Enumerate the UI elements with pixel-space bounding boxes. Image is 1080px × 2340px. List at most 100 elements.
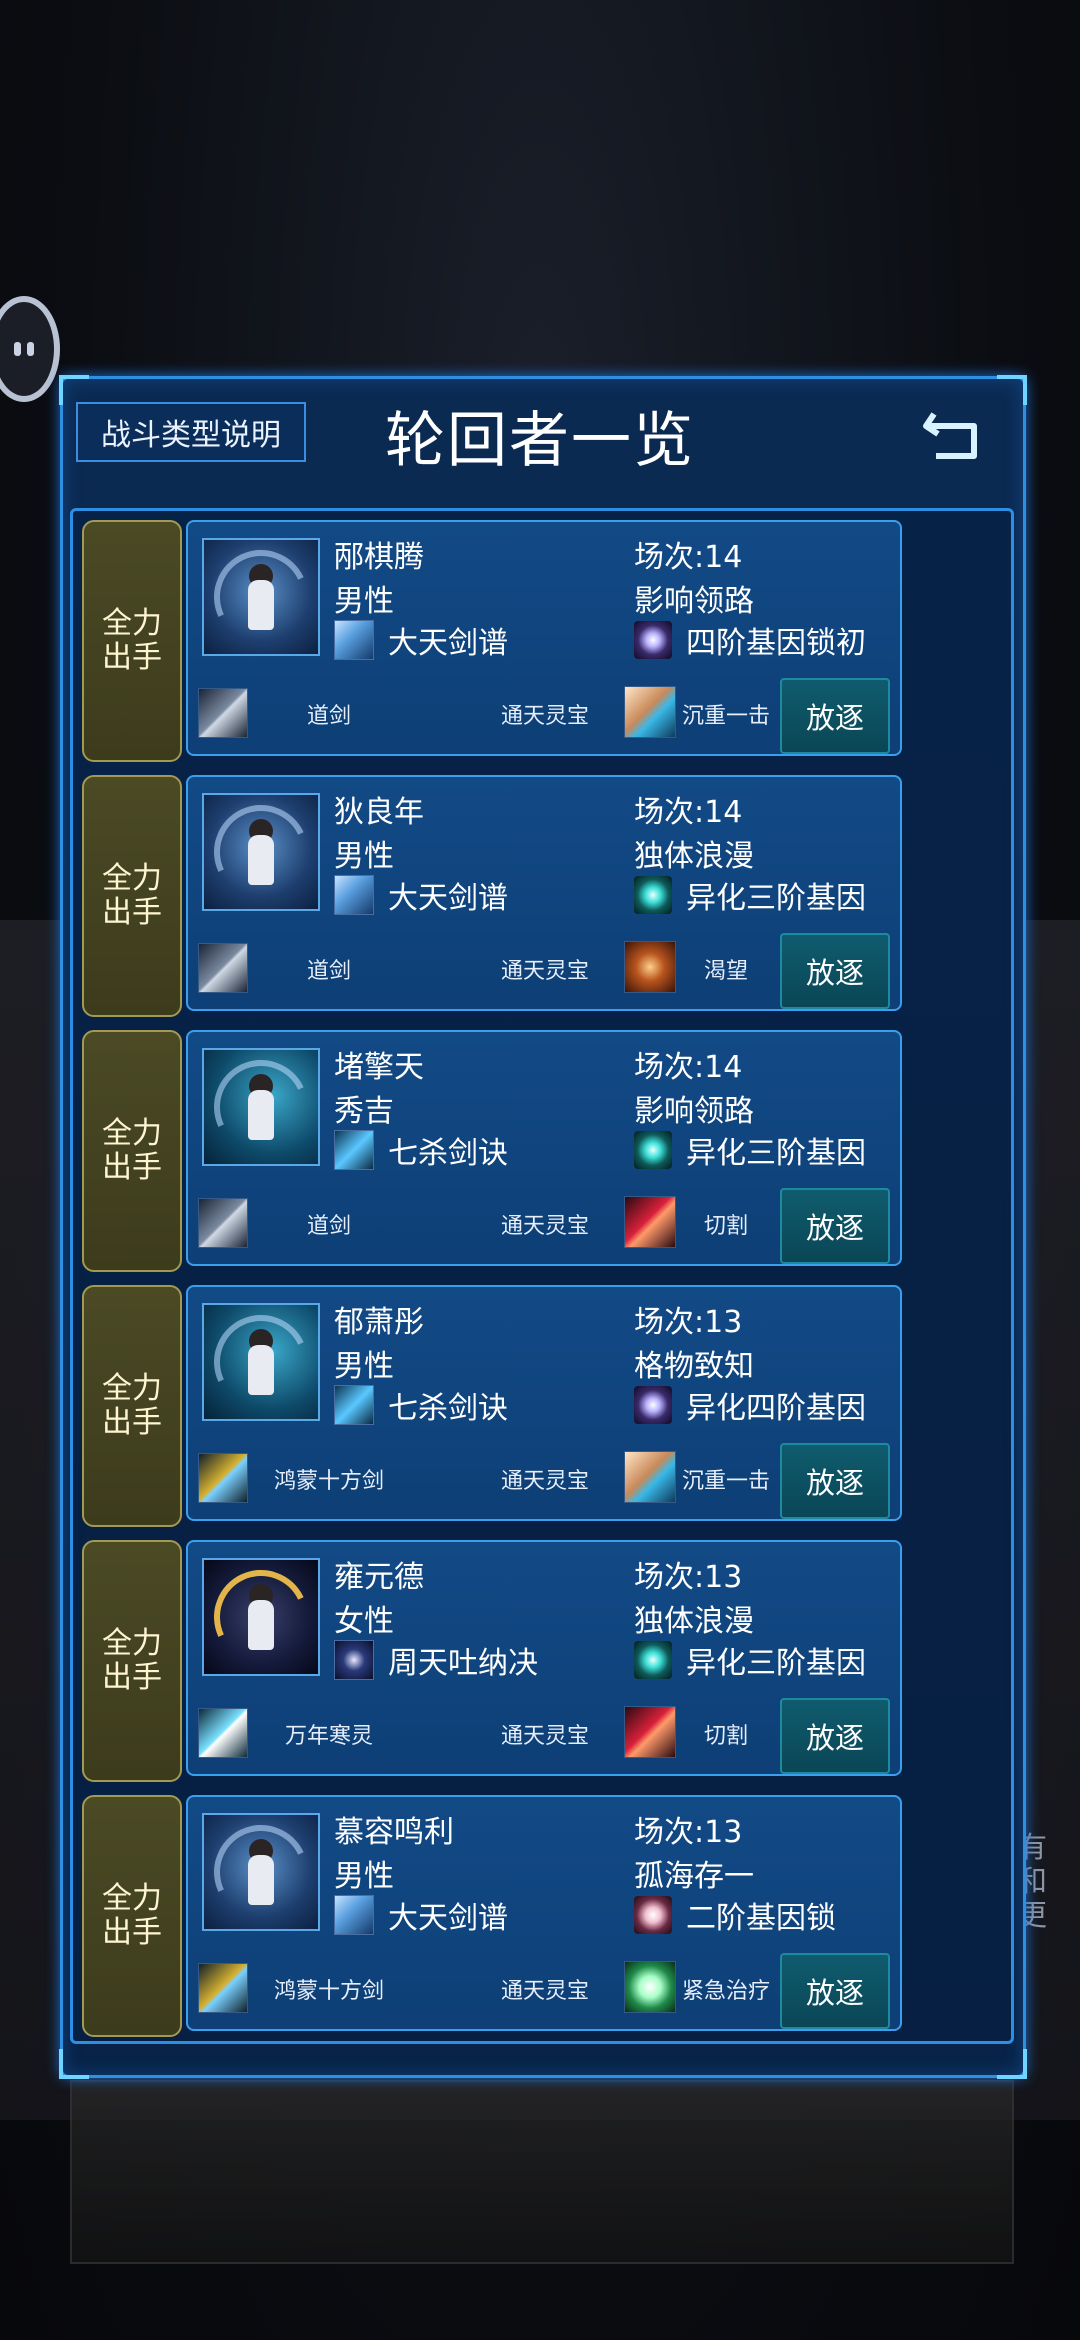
- trait-name: 影响领路: [634, 1094, 754, 1129]
- weapon-icon[interactable]: [198, 1453, 248, 1503]
- skill-entry: 大天剑谱: [334, 618, 508, 662]
- weapon-icon[interactable]: [198, 1198, 248, 1248]
- skill-entry: 七杀剑诀: [334, 1128, 508, 1172]
- gene-entry: 四阶基因锁初: [634, 618, 866, 662]
- gene-icon: [634, 1641, 672, 1679]
- character-portrait[interactable]: [202, 538, 320, 656]
- match-count: 场次:14: [634, 540, 743, 575]
- exile-button[interactable]: 放逐: [780, 678, 890, 754]
- list-item: 全力 出手 邴棋腾 男性 大天剑谱 场次:14 影响领路 四阶基因锁初 道剑 通天…: [82, 520, 902, 762]
- skill-entry: 周天吐纳决: [334, 1638, 538, 1682]
- weapon-name: 道剑: [306, 959, 351, 984]
- character-portrait[interactable]: [202, 1558, 320, 1676]
- skill-name: 大天剑谱: [388, 1901, 508, 1936]
- ability-icon[interactable]: [624, 941, 676, 993]
- gene-entry: 异化三阶基因: [634, 873, 866, 917]
- treasure-name: 通天灵宝: [500, 1724, 589, 1749]
- treasure-name: 通天灵宝: [500, 959, 589, 984]
- panel-corner: [997, 375, 1027, 405]
- weapon-icon[interactable]: [198, 1963, 248, 2013]
- battle-mode-badge[interactable]: 全力 出手: [82, 775, 182, 1017]
- gene-name: 异化三阶基因: [686, 1646, 866, 1681]
- skill-icon: [334, 1385, 374, 1425]
- back-icon[interactable]: [920, 396, 990, 466]
- character-gender: 男性: [334, 584, 394, 619]
- battle-mode-badge[interactable]: 全力 出手: [82, 520, 182, 762]
- exile-button[interactable]: 放逐: [780, 1443, 890, 1519]
- weapon-name: 道剑: [306, 1214, 351, 1239]
- chat-bubble-icon[interactable]: [0, 296, 60, 402]
- skill-name: 大天剑谱: [388, 626, 508, 661]
- list-item: 全力 出手 狄良年 男性 大天剑谱 场次:14 独体浪漫 异化三阶基因 道剑 通天…: [82, 775, 902, 1017]
- ability-icon[interactable]: [624, 686, 676, 738]
- page-title: 轮回者一览: [385, 406, 695, 476]
- battle-type-help-button[interactable]: 战斗类型说明: [76, 402, 306, 462]
- battle-mode-badge[interactable]: 全力 出手: [82, 1030, 182, 1272]
- list-item: 全力 出手 堵擎天 秀吉 七杀剑诀 场次:14 影响领路 异化三阶基因 道剑 通天…: [82, 1030, 902, 1272]
- exile-button[interactable]: 放逐: [780, 1188, 890, 1264]
- character-name: 狄良年: [334, 795, 424, 830]
- gene-entry: 异化三阶基因: [634, 1128, 866, 1172]
- character-portrait[interactable]: [202, 1303, 320, 1421]
- ability-icon[interactable]: [624, 1961, 676, 2013]
- trait-name: 孤海存一: [634, 1859, 754, 1894]
- character-gender: 女性: [334, 1604, 394, 1639]
- ability-icon[interactable]: [624, 1196, 676, 1248]
- exile-button[interactable]: 放逐: [780, 1698, 890, 1774]
- weapon-icon[interactable]: [198, 943, 248, 993]
- gene-icon: [634, 621, 672, 659]
- skill-name: 七杀剑诀: [388, 1136, 508, 1171]
- gene-name: 异化四阶基因: [686, 1391, 866, 1426]
- gene-icon: [634, 1896, 672, 1934]
- reincarnator-card: 郁萧彤 男性 七杀剑诀 场次:13 格物致知 异化四阶基因 鸿蒙十方剑 通天灵宝…: [186, 1285, 902, 1521]
- list-item: 全力 出手 郁萧彤 男性 七杀剑诀 场次:13 格物致知 异化四阶基因 鸿蒙十方剑…: [82, 1285, 902, 1527]
- battle-mode-badge[interactable]: 全力 出手: [82, 1795, 182, 2037]
- character-portrait[interactable]: [202, 1813, 320, 1931]
- character-portrait[interactable]: [202, 1048, 320, 1166]
- ability-name: 沉重一击: [681, 1469, 770, 1494]
- character-portrait[interactable]: [202, 793, 320, 911]
- character-name: 雍元德: [334, 1560, 424, 1595]
- gene-entry: 二阶基因锁: [634, 1893, 836, 1937]
- ability-icon[interactable]: [624, 1451, 676, 1503]
- ability-name: 紧急治疗: [681, 1979, 770, 2004]
- skill-icon: [334, 1130, 374, 1170]
- character-name: 郁萧彤: [334, 1305, 424, 1340]
- ability-name: 切割: [703, 1724, 748, 1749]
- battle-mode-badge[interactable]: 全力 出手: [82, 1540, 182, 1782]
- treasure-name: 通天灵宝: [500, 1469, 589, 1494]
- weapon-name: 鸿蒙十方剑: [273, 1469, 384, 1494]
- trait-name: 独体浪漫: [634, 839, 754, 874]
- skill-entry: 大天剑谱: [334, 873, 508, 917]
- weapon-name: 万年寒灵: [284, 1724, 373, 1749]
- match-count: 场次:14: [634, 795, 743, 830]
- match-count: 场次:13: [634, 1560, 743, 1595]
- gene-icon: [634, 1386, 672, 1424]
- battle-mode-badge[interactable]: 全力 出手: [82, 1285, 182, 1527]
- reincarnator-card: 慕容鸣利 男性 大天剑谱 场次:13 孤海存一 二阶基因锁 鸿蒙十方剑 通天灵宝…: [186, 1795, 902, 2031]
- exile-button[interactable]: 放逐: [780, 1953, 890, 2029]
- gene-name: 四阶基因锁初: [686, 626, 866, 661]
- reincarnator-card: 邴棋腾 男性 大天剑谱 场次:14 影响领路 四阶基因锁初 道剑 通天灵宝 沉重…: [186, 520, 902, 756]
- ability-name: 渴望: [703, 959, 748, 984]
- weapon-icon[interactable]: [198, 1708, 248, 1758]
- weapon-name: 道剑: [306, 704, 351, 729]
- weapon-icon[interactable]: [198, 688, 248, 738]
- skill-icon: [334, 1640, 374, 1680]
- ability-icon[interactable]: [624, 1706, 676, 1758]
- trait-name: 影响领路: [634, 584, 754, 619]
- ability-name: 切割: [703, 1214, 748, 1239]
- exile-button[interactable]: 放逐: [780, 933, 890, 1009]
- gene-entry: 异化四阶基因: [634, 1383, 866, 1427]
- character-name: 慕容鸣利: [334, 1815, 454, 1850]
- ability-name: 沉重一击: [681, 704, 770, 729]
- weapon-name: 鸿蒙十方剑: [273, 1979, 384, 2004]
- skill-name: 周天吐纳决: [388, 1646, 538, 1681]
- character-gender: 男性: [334, 839, 394, 874]
- panel-corner: [997, 2049, 1027, 2079]
- treasure-name: 通天灵宝: [500, 1214, 589, 1239]
- treasure-name: 通天灵宝: [500, 1979, 589, 2004]
- match-count: 场次:13: [634, 1815, 743, 1850]
- treasure-name: 通天灵宝: [500, 704, 589, 729]
- trait-name: 独体浪漫: [634, 1604, 754, 1639]
